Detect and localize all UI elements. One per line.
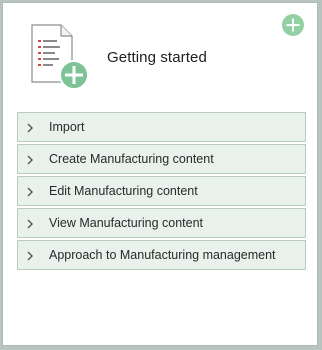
chevron-right-icon (27, 219, 33, 229)
document-add-icon (28, 22, 92, 94)
section-label: Approach to Manufacturing management (49, 248, 276, 262)
section-edit-manufacturing-content[interactable]: Edit Manufacturing content (17, 176, 306, 206)
plus-icon (286, 18, 300, 32)
section-label: Import (49, 120, 85, 134)
card-title: Getting started (107, 49, 207, 66)
section-view-manufacturing-content[interactable]: View Manufacturing content (17, 208, 306, 238)
add-button[interactable] (282, 14, 304, 36)
section-label: Create Manufacturing content (49, 152, 214, 166)
section-import[interactable]: Import (17, 112, 306, 142)
chevron-right-icon (27, 123, 33, 133)
chevron-right-icon (27, 187, 33, 197)
section-create-manufacturing-content[interactable]: Create Manufacturing content (17, 144, 306, 174)
chevron-right-icon (27, 251, 33, 261)
section-list: Import Create Manufacturing content Edit… (17, 112, 306, 272)
section-approach-to-manufacturing-management[interactable]: Approach to Manufacturing management (17, 240, 306, 270)
chevron-right-icon (27, 155, 33, 165)
getting-started-card: Getting started Import Create Manufactur… (2, 2, 318, 346)
section-label: View Manufacturing content (49, 216, 204, 230)
section-label: Edit Manufacturing content (49, 184, 198, 198)
